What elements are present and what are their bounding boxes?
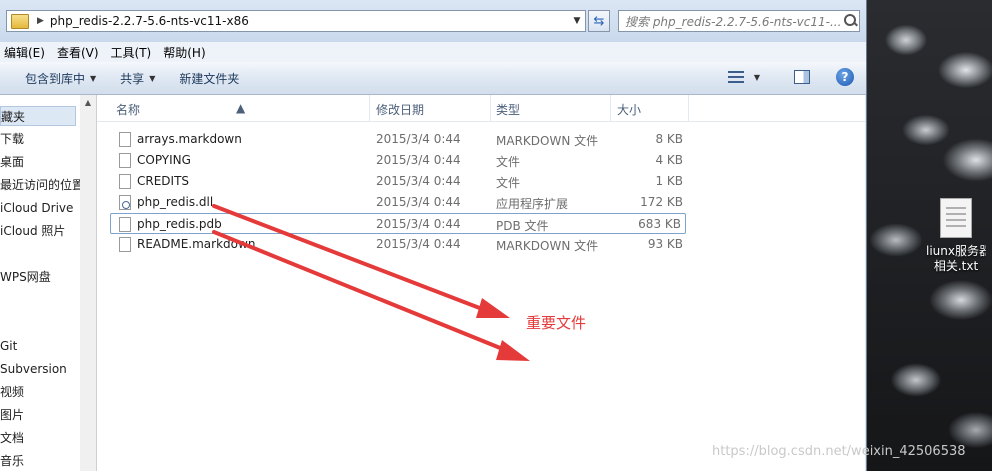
- desktop-file-label-line2: 相关.txt: [933, 259, 979, 273]
- explorer-window: ▶ php_redis-2.2.7-5.6-nts-vc11-x86 ▼ ⇆ 搜…: [0, 0, 867, 471]
- annotation-arrows: [212, 204, 530, 361]
- text-file-icon: [940, 198, 972, 238]
- arrow-to-pdb: [212, 230, 512, 354]
- annotation-label: 重要文件: [526, 314, 587, 332]
- desktop-text-file[interactable]: liunx服务器 相关.txt: [926, 198, 986, 288]
- desktop-background: liunx服务器 相关.txt: [866, 0, 992, 471]
- arrow-head-icon: [476, 298, 510, 318]
- arrow-head-icon: [496, 340, 530, 361]
- arrow-to-dll: [212, 204, 492, 314]
- watermark: https://blog.csdn.net/weixin_42506538: [712, 444, 966, 459]
- desktop-file-label-line1: liunx服务器: [926, 244, 986, 258]
